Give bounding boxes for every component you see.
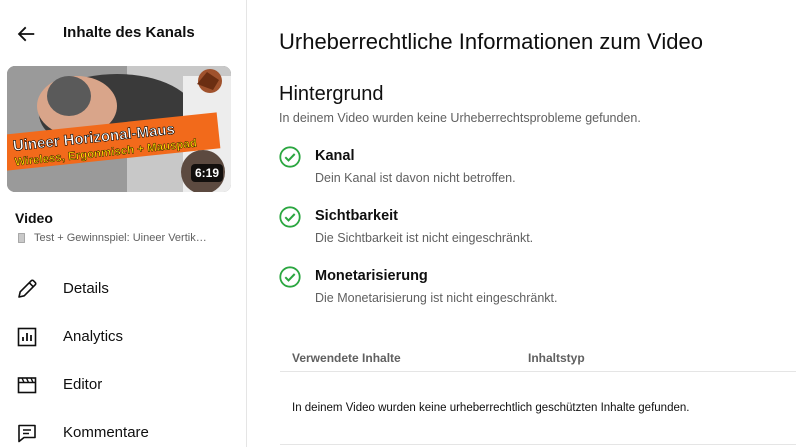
column-header-content-type: Inhaltstyp	[528, 351, 585, 365]
content-table-header: Verwendete Inhalte Inhaltstyp	[280, 334, 796, 372]
check-item-channel: Kanal Dein Kanal ist davon nicht betroff…	[279, 146, 779, 196]
document-icon	[18, 233, 25, 243]
clapperboard-icon	[17, 377, 37, 394]
pencil-icon	[18, 279, 37, 298]
check-title: Monetarisierung	[315, 268, 428, 284]
comment-icon	[18, 424, 36, 443]
section-title: Hintergrund	[279, 83, 384, 105]
video-thumbnail[interactable]: Uineer Horizonal-Maus Wireless, Ergonmis…	[7, 66, 231, 192]
back-title: Inhalte des Kanals	[63, 24, 195, 41]
sidebar-item-details[interactable]: Details	[0, 265, 246, 313]
video-label: Video	[15, 210, 53, 226]
sidebar-item-editor[interactable]: Editor	[0, 361, 246, 409]
check-description: Dein Kanal ist davon nicht betroffen.	[315, 171, 516, 185]
check-circle-icon	[279, 266, 301, 288]
back-button[interactable]	[13, 21, 39, 47]
video-title-row: Test + Gewinnspiel: Uineer Vertik…	[18, 232, 240, 244]
sidebar: Inhalte des Kanals Uineer Horizonal-Maus…	[0, 0, 247, 447]
sidebar-item-label: Editor	[63, 376, 103, 393]
sidebar-item-label: Kommentare	[63, 424, 149, 441]
table-empty-message: In deinem Video wurden keine urheberrech…	[292, 402, 690, 414]
sidebar-item-analytics[interactable]: Analytics	[0, 313, 246, 361]
check-item-monetization: Monetarisierung Die Monetarisierung ist …	[279, 266, 779, 316]
sidebar-item-label: Analytics	[63, 328, 124, 345]
check-description: Die Monetarisierung ist nicht eingeschrä…	[315, 291, 558, 305]
divider	[280, 444, 796, 445]
check-item-visibility: Sichtbarkeit Die Sichtbarkeit ist nicht …	[279, 206, 779, 256]
page-title: Urheberrechtliche Informationen zum Vide…	[279, 29, 703, 54]
check-description: Die Sichtbarkeit ist nicht eingeschränkt…	[315, 231, 534, 245]
check-title: Kanal	[315, 148, 355, 164]
video-title: Test + Gewinnspiel: Uineer Vertik…	[34, 232, 207, 244]
duration-badge: 6:19	[190, 164, 223, 182]
check-title: Sichtbarkeit	[315, 208, 398, 224]
check-circle-icon	[279, 206, 301, 228]
column-header-used-content: Verwendete Inhalte	[292, 351, 401, 365]
main-content: Urheberrechtliche Informationen zum Vide…	[248, 0, 796, 447]
check-circle-icon	[279, 146, 301, 168]
analytics-icon	[17, 327, 37, 347]
sidebar-item-comments[interactable]: Kommentare	[0, 409, 246, 447]
section-description: In deinem Video wurden keine Urheberrech…	[279, 111, 641, 125]
sidebar-item-label: Details	[63, 280, 109, 297]
back-row: Inhalte des Kanals	[0, 14, 246, 52]
arrow-left-icon	[17, 26, 35, 42]
